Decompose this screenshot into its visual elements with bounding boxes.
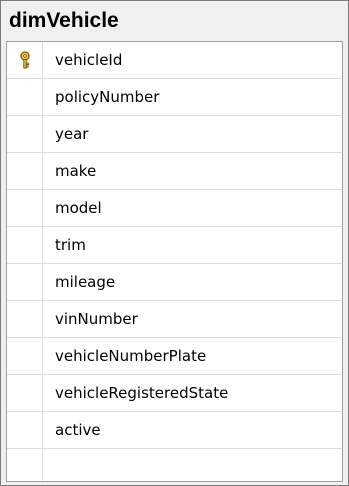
row-selector[interactable] bbox=[7, 79, 43, 115]
column-name: mileage bbox=[55, 273, 116, 291]
column-name: vehicleNumberPlate bbox=[55, 347, 207, 365]
table-title[interactable]: dimVehicle bbox=[9, 6, 119, 36]
column-name: policyNumber bbox=[55, 88, 160, 106]
row-selector[interactable] bbox=[7, 375, 43, 411]
column-name: model bbox=[55, 199, 102, 217]
column-name: make bbox=[55, 162, 97, 180]
row-selector[interactable] bbox=[7, 412, 43, 448]
column-row-year[interactable]: year bbox=[7, 116, 342, 153]
column-row-make[interactable]: make bbox=[7, 153, 342, 190]
row-selector[interactable] bbox=[7, 153, 43, 189]
table-designer-box[interactable]: dimVehicle vehicleId policyNumber year m… bbox=[0, 0, 349, 486]
column-row-vehicleid[interactable]: vehicleId bbox=[7, 42, 342, 79]
column-name: year bbox=[55, 125, 89, 143]
row-selector[interactable] bbox=[7, 42, 43, 78]
column-row-trim[interactable]: trim bbox=[7, 227, 342, 264]
column-name: active bbox=[55, 421, 101, 439]
row-selector[interactable] bbox=[7, 190, 43, 226]
column-grid: vehicleId policyNumber year make model t… bbox=[6, 41, 343, 482]
key-icon bbox=[20, 51, 30, 69]
column-row-model[interactable]: model bbox=[7, 190, 342, 227]
column-row-active[interactable]: active bbox=[7, 412, 342, 449]
row-selector[interactable] bbox=[7, 227, 43, 263]
row-selector[interactable] bbox=[7, 116, 43, 152]
empty-grid-area bbox=[7, 449, 43, 481]
column-name: vehicleRegisteredState bbox=[55, 384, 229, 402]
row-selector[interactable] bbox=[7, 264, 43, 300]
column-name: vehicleId bbox=[55, 51, 123, 69]
column-row-policynumber[interactable]: policyNumber bbox=[7, 79, 342, 116]
column-row-vinnumber[interactable]: vinNumber bbox=[7, 301, 342, 338]
row-selector[interactable] bbox=[7, 301, 43, 337]
column-row-vehicleregisteredstate[interactable]: vehicleRegisteredState bbox=[7, 375, 342, 412]
row-selector[interactable] bbox=[7, 338, 43, 374]
column-row-vehiclenumberplate[interactable]: vehicleNumberPlate bbox=[7, 338, 342, 375]
column-name: vinNumber bbox=[55, 310, 138, 328]
column-name: trim bbox=[55, 236, 86, 254]
column-row-mileage[interactable]: mileage bbox=[7, 264, 342, 301]
